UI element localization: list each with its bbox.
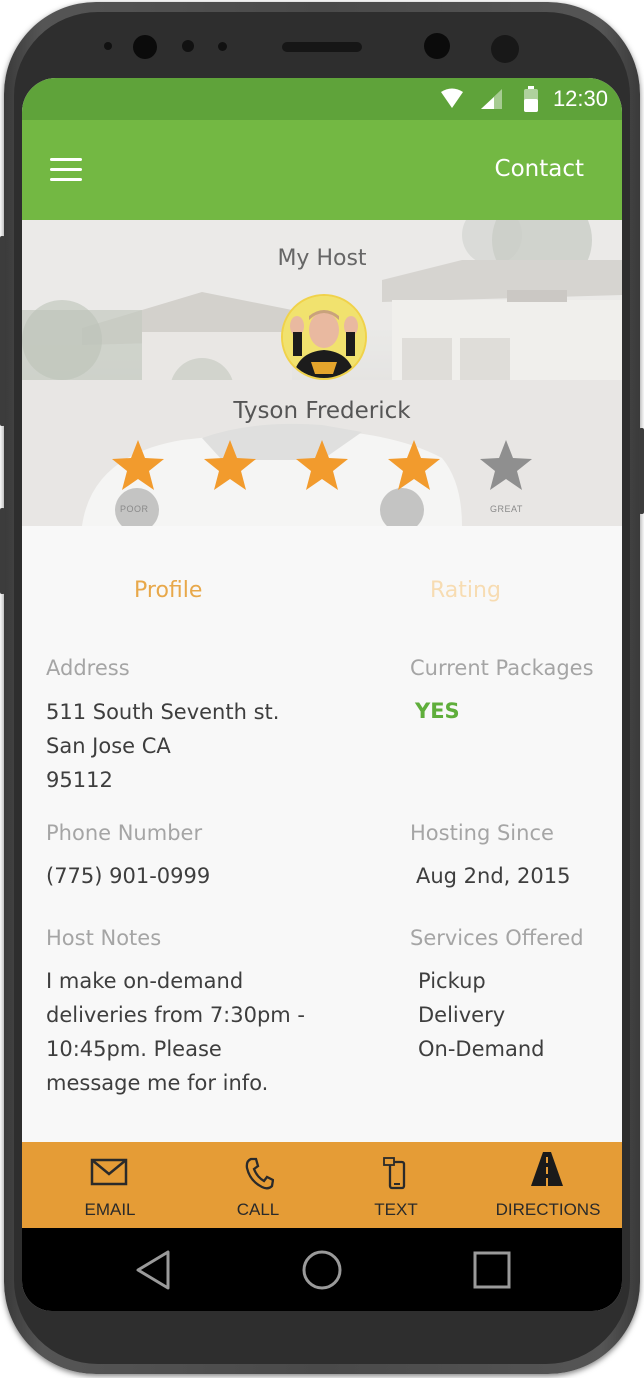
address-value: 511 South Seventh st. San Jose CA 95112 <box>46 695 279 797</box>
front-camera <box>424 33 450 59</box>
phone-number-value[interactable]: (775) 901-0999 <box>46 859 210 893</box>
sensor-dot <box>491 35 519 63</box>
rating-high-label: GREAT <box>490 504 523 514</box>
star-icon-2[interactable] <box>202 438 258 494</box>
battery-icon <box>524 86 538 112</box>
rating-low-label: POOR <box>120 504 149 514</box>
host-name: Tyson Frederick <box>233 398 411 424</box>
sensor-dot <box>218 42 227 51</box>
services-offered-list: Pickup Delivery On-Demand <box>418 964 544 1066</box>
envelope-icon <box>90 1158 128 1186</box>
service-item: Pickup <box>418 969 486 993</box>
phone-side-button <box>0 236 5 426</box>
call-button[interactable]: CALL <box>210 1142 306 1228</box>
services-offered-label: Services Offered <box>410 926 584 950</box>
address-line: San Jose CA <box>46 734 171 758</box>
status-time: 12:30 <box>552 86 608 111</box>
address-line: 511 South Seventh st. <box>46 700 280 724</box>
host-rating-stars: POOR GREAT <box>110 438 540 518</box>
host-avatar[interactable] <box>281 294 367 380</box>
current-packages-label: Current Packages <box>410 656 594 680</box>
notes-line: deliveries from 7:30pm - <box>46 1003 306 1027</box>
star-icon-5[interactable] <box>478 438 534 494</box>
star-icon-1[interactable] <box>110 438 166 494</box>
sensor-dot <box>104 42 112 50</box>
text-label: TEXT <box>374 1200 418 1219</box>
front-camera <box>133 35 157 59</box>
system-navigation-bar <box>22 1228 622 1311</box>
notes-line: message me for info. <box>46 1071 269 1095</box>
call-label: CALL <box>236 1200 280 1219</box>
email-button[interactable]: EMAIL <box>62 1142 158 1228</box>
current-packages-value: YES <box>415 699 460 723</box>
road-icon <box>531 1152 563 1186</box>
host-photo <box>283 296 365 378</box>
email-label: EMAIL <box>84 1200 136 1219</box>
tab-rating[interactable]: Rating <box>430 578 501 603</box>
app-bar: Contact <box>22 120 622 220</box>
phone-number-label: Phone Number <box>46 821 203 845</box>
service-item: On-Demand <box>418 1037 545 1061</box>
app-screen: 12:30 Contact My Host Tyson Frederick PO… <box>22 78 622 1311</box>
text-button[interactable]: TEXT <box>348 1142 444 1228</box>
tab-profile[interactable]: Profile <box>134 578 202 603</box>
back-icon[interactable] <box>132 1248 176 1292</box>
recent-apps-icon[interactable] <box>470 1248 514 1292</box>
phone-side-button <box>0 508 5 594</box>
notes-line: 10:45pm. Please <box>46 1037 222 1061</box>
signal-icon <box>481 89 502 109</box>
address-label: Address <box>46 656 130 680</box>
directions-button[interactable]: DIRECTIONS <box>490 1142 606 1228</box>
hamburger-menu-icon[interactable] <box>50 158 82 182</box>
action-bar: EMAIL CALL TEXT DIRECTIONS <box>22 1142 622 1228</box>
home-icon[interactable] <box>300 1248 344 1292</box>
phone-side-button <box>639 428 644 514</box>
star-icon-4[interactable] <box>386 438 442 494</box>
hosting-since-label: Hosting Since <box>410 821 554 845</box>
status-bar: 12:30 <box>22 78 622 120</box>
sensor-dot <box>182 40 194 52</box>
wifi-icon <box>441 88 463 108</box>
host-header: My Host Tyson Frederick POOR GREAT <box>22 220 622 526</box>
phone-icon <box>245 1157 274 1190</box>
star-icon-3[interactable] <box>294 438 350 494</box>
earpiece-speaker <box>282 42 362 52</box>
notes-line: I make on-demand <box>46 969 244 993</box>
host-notes-value: I make on-demand deliveries from 7:30pm … <box>46 964 305 1100</box>
service-item: Delivery <box>418 1003 506 1027</box>
address-line: 95112 <box>46 768 113 792</box>
host-notes-label: Host Notes <box>46 926 162 950</box>
contact-button[interactable]: Contact <box>495 156 584 182</box>
directions-label: DIRECTIONS <box>495 1200 601 1219</box>
message-phone-icon <box>383 1157 406 1190</box>
hero-title: My Host <box>277 246 367 271</box>
hosting-since-value: Aug 2nd, 2015 <box>416 864 571 888</box>
